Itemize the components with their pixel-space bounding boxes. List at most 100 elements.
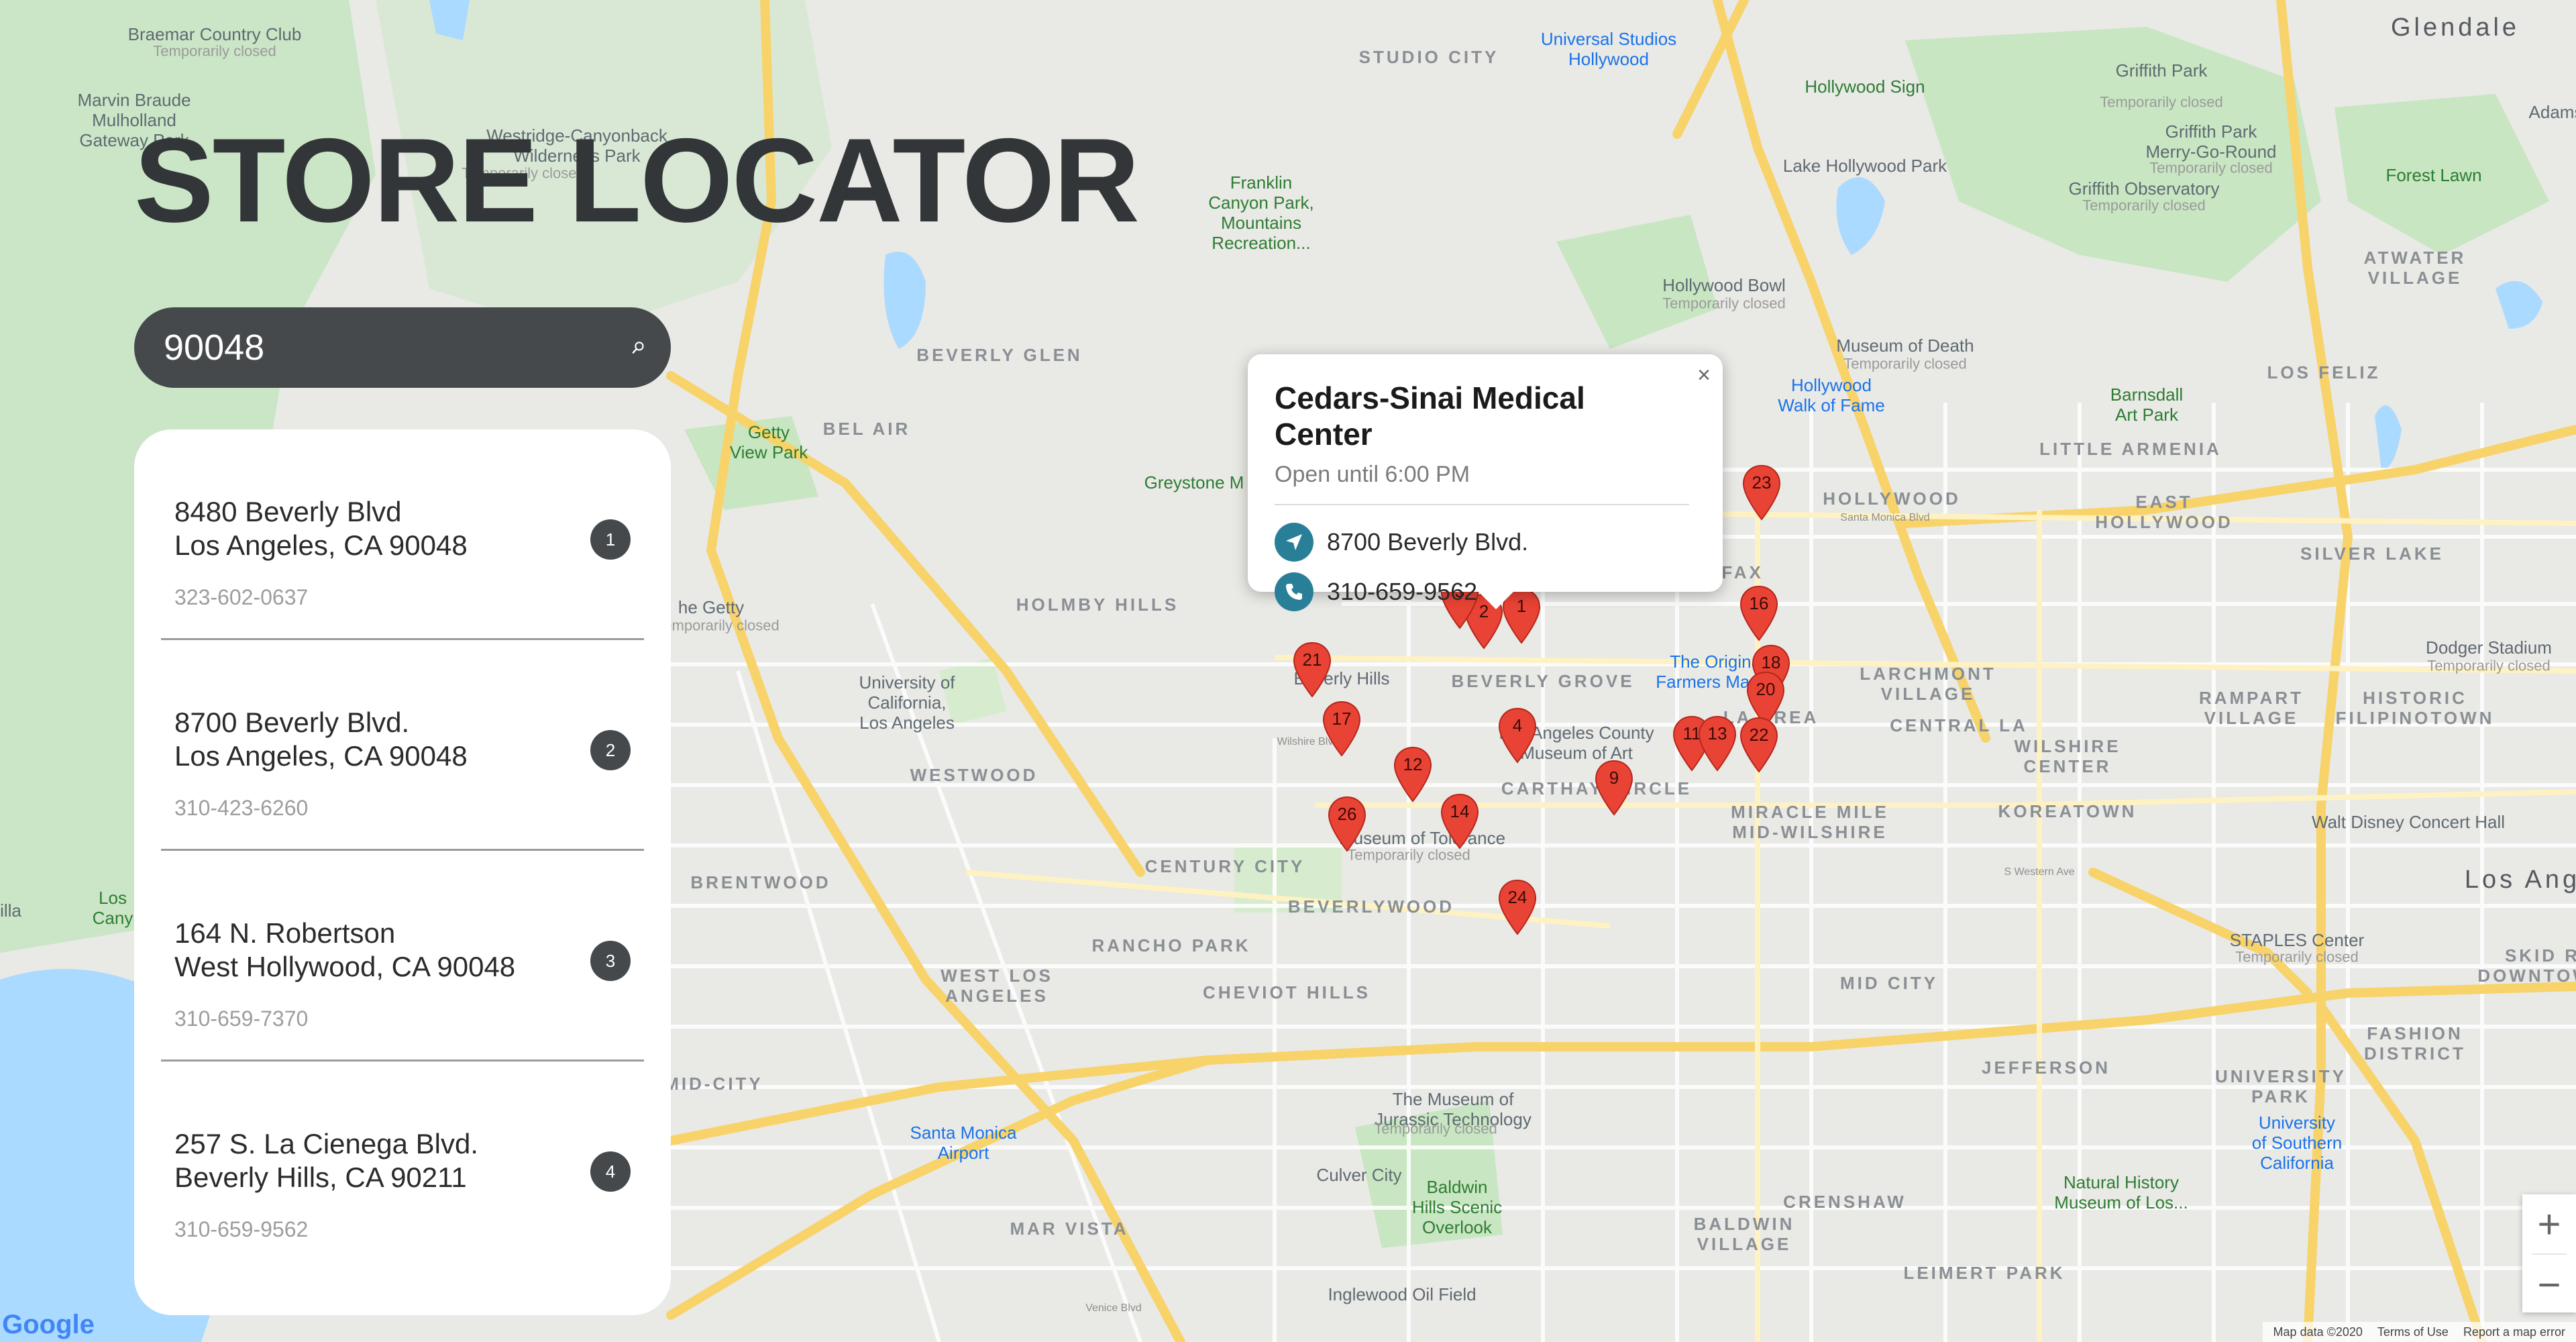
map-label-griffith-park: Griffith Park	[2115, 60, 2208, 81]
page-title: STORE LOCATOR	[134, 113, 1140, 247]
map-label-museum-of-death-sub: Temporarily closed	[1843, 355, 1967, 372]
result-address-line2: Los Angeles, CA 90048	[174, 529, 468, 561]
info-window: × Cedars-Sinai Medical Center Open until…	[1248, 354, 1723, 611]
map-marker-16[interactable]: 16	[1739, 585, 1779, 641]
result-address-line1: 257 S. La Cienega Blvd.	[174, 1128, 478, 1159]
map-marker-number: 23	[1752, 472, 1772, 493]
result-item[interactable]: 257 S. La Cienega Blvd. Beverly Hills, C…	[161, 1062, 644, 1272]
map-label-east-hollywood: EAST HOLLYWOOD	[2095, 492, 2233, 532]
map-label-merry-go-round: Griffith Park Merry-Go-Round	[2145, 121, 2277, 162]
info-window-status: Open until 6:00 PM	[1275, 462, 1470, 487]
map-label-jurassic-technology-sub: Temporarily closed	[1374, 1120, 1497, 1137]
map-label-los-feliz: LOS FELIZ	[2267, 362, 2381, 383]
map-label-griffith-observatory-sub: Temporarily closed	[2082, 197, 2206, 214]
map-label-getty-view-park: Getty View Park	[729, 422, 808, 462]
result-item[interactable]: 164 N. Robertson West Hollywood, CA 9004…	[161, 851, 644, 1062]
info-window-address-row[interactable]: 8700 Beverly Blvd.	[1275, 517, 1689, 567]
map-label-natural-history-museum: Natural History Museum of Los...	[2054, 1172, 2188, 1212]
google-logo-text: Google	[2, 1310, 95, 1339]
map-label-hollywood-bowl: Hollywood Bowl	[1662, 275, 1786, 296]
result-phone: 323-602-0637	[174, 585, 309, 609]
result-address-line2: Los Angeles, CA 90048	[174, 740, 468, 772]
search-icon[interactable]	[631, 327, 645, 368]
map-label-dodger-stadium: Dodger Stadium	[2426, 637, 2552, 658]
map-label-griffith-park-sub: Temporarily closed	[2100, 93, 2223, 111]
map-label-culver-city: Culver City	[1316, 1165, 1402, 1186]
map-label-dodger-stadium-sub: Temporarily closed	[2427, 657, 2551, 674]
map-marker-number: 16	[1749, 593, 1769, 613]
map-label-glendale: Glendale	[2390, 13, 2520, 42]
map-label-larchmont: LARCHMONT VILLAGE	[1860, 664, 1996, 704]
map-marker-number: 24	[1507, 887, 1527, 907]
map-marker-number: 22	[1749, 725, 1769, 745]
report-map-error-link[interactable]: Report a map error	[2463, 1325, 2565, 1339]
map-marker-12[interactable]: 12	[1393, 746, 1433, 803]
map-label-wilshire-center: WILSHIRE CENTER	[2014, 736, 2121, 776]
map-marker-21[interactable]: 21	[1292, 641, 1332, 698]
map-label-koreatown: KOREATOWN	[1998, 801, 2137, 822]
map-label-forest-lawn: Forest Lawn	[2385, 165, 2482, 186]
search-bar	[134, 307, 671, 388]
map-label-mid-city-west: MID-CITY	[664, 1074, 763, 1094]
map-label-jefferson: JEFFERSON	[1981, 1057, 2111, 1078]
map-label-walk-of-fame: Hollywood Walk of Fame	[1778, 375, 1885, 415]
map-label-university-park: UNIVERSITY PARK	[2214, 1066, 2347, 1106]
result-phone: 310-659-7370	[174, 1007, 309, 1031]
map-label-hollywood-sign: Hollywood Sign	[1805, 76, 1925, 97]
map-label-atwater-village: ATWATER VILLAGE	[2363, 248, 2467, 288]
map-label-baldwin-hills: Baldwin Hills Scenic Overlook	[1411, 1177, 1503, 1237]
result-address-line2: Beverly Hills, CA 90211	[174, 1162, 467, 1193]
map-label-barnsdall: Barnsdall Art Park	[2110, 384, 2184, 425]
map-label-universal: Universal Studios Hollywood	[1540, 29, 1677, 69]
info-window-phone: 310-659-9562	[1327, 578, 1478, 605]
info-window-divider	[1275, 504, 1689, 505]
map-marker-number: 20	[1756, 679, 1776, 699]
map-label-holmby-hills: HOLMBY HILLS	[1016, 595, 1179, 615]
results-list: 8480 Beverly Blvd Los Angeles, CA 90048 …	[134, 429, 671, 1315]
map-label-fashion-district: FASHION DISTRICT	[2364, 1023, 2466, 1064]
zoom-out-button[interactable]: −	[2522, 1255, 2576, 1314]
map-marker-13[interactable]: 13	[1697, 715, 1737, 772]
map-label-rancho-park: RANCHO PARK	[1091, 935, 1251, 956]
map-label-west-los-angeles: WEST LOS ANGELES	[941, 966, 1053, 1006]
map-marker-24[interactable]: 24	[1497, 879, 1538, 935]
map-label-hollywood-bowl-sub: Temporarily closed	[1662, 295, 1786, 312]
map-label-leimert-park: LEIMERT PARK	[1903, 1263, 2065, 1284]
map-footer: Map data ©2020 Terms of Use Report a map…	[2262, 1322, 2576, 1342]
result-phone: 310-423-6260	[174, 796, 309, 820]
result-item[interactable]: 8480 Beverly Blvd Los Angeles, CA 90048 …	[161, 429, 644, 640]
map-label-greystone: Greystone M	[1144, 472, 1244, 493]
map-label-silver-lake: SILVER LAKE	[2300, 544, 2444, 564]
navigation-arrow-icon[interactable]	[1275, 523, 1313, 562]
map-marker-17[interactable]: 17	[1322, 701, 1362, 757]
map-marker-number: 14	[1450, 801, 1470, 821]
map-marker-23[interactable]: 23	[1741, 464, 1782, 521]
result-address-line1: 8700 Beverly Blvd.	[174, 707, 410, 738]
close-icon[interactable]: ×	[1697, 364, 1711, 386]
map-marker-9[interactable]: 9	[1594, 760, 1634, 816]
map-label-mar-vista: MAR VISTA	[1010, 1219, 1129, 1239]
map-marker-22[interactable]: 22	[1739, 717, 1779, 773]
result-item[interactable]: 8700 Beverly Blvd. Los Angeles, CA 90048…	[161, 640, 644, 851]
search-input[interactable]	[162, 326, 631, 369]
map-label-crenshaw: CRENSHAW	[1783, 1192, 1907, 1212]
map-label-studio-city: STUDIO CITY	[1358, 47, 1499, 68]
map-label-rampart-village: RAMPART VILLAGE	[2198, 688, 2304, 728]
map-label-miracle-mile: MIRACLE MILE MID-WILSHIRE	[1731, 802, 1889, 842]
map-label-beverly-grove: BEVERLY GROVE	[1451, 671, 1635, 692]
map-marker-number: 13	[1707, 723, 1727, 743]
map-marker-4[interactable]: 4	[1497, 707, 1538, 764]
google-logo[interactable]: Google	[2, 1309, 95, 1340]
map-marker-26[interactable]: 26	[1327, 796, 1367, 852]
result-number-badge: 2	[590, 730, 631, 770]
zoom-in-button[interactable]: +	[2522, 1194, 2576, 1253]
result-number-badge: 3	[590, 941, 631, 981]
map-marker-number: 17	[1332, 709, 1352, 729]
map-label-usc: University of Southern California	[2251, 1113, 2343, 1173]
map-marker-14[interactable]: 14	[1440, 793, 1480, 849]
terms-of-use-link[interactable]: Terms of Use	[2377, 1325, 2449, 1339]
map-label-hollywood: HOLLYWOOD	[1823, 488, 1961, 509]
result-number-badge: 1	[590, 519, 631, 560]
phone-icon[interactable]	[1275, 572, 1313, 611]
map-label-beverlywood: BEVERLYWOOD	[1287, 896, 1455, 917]
